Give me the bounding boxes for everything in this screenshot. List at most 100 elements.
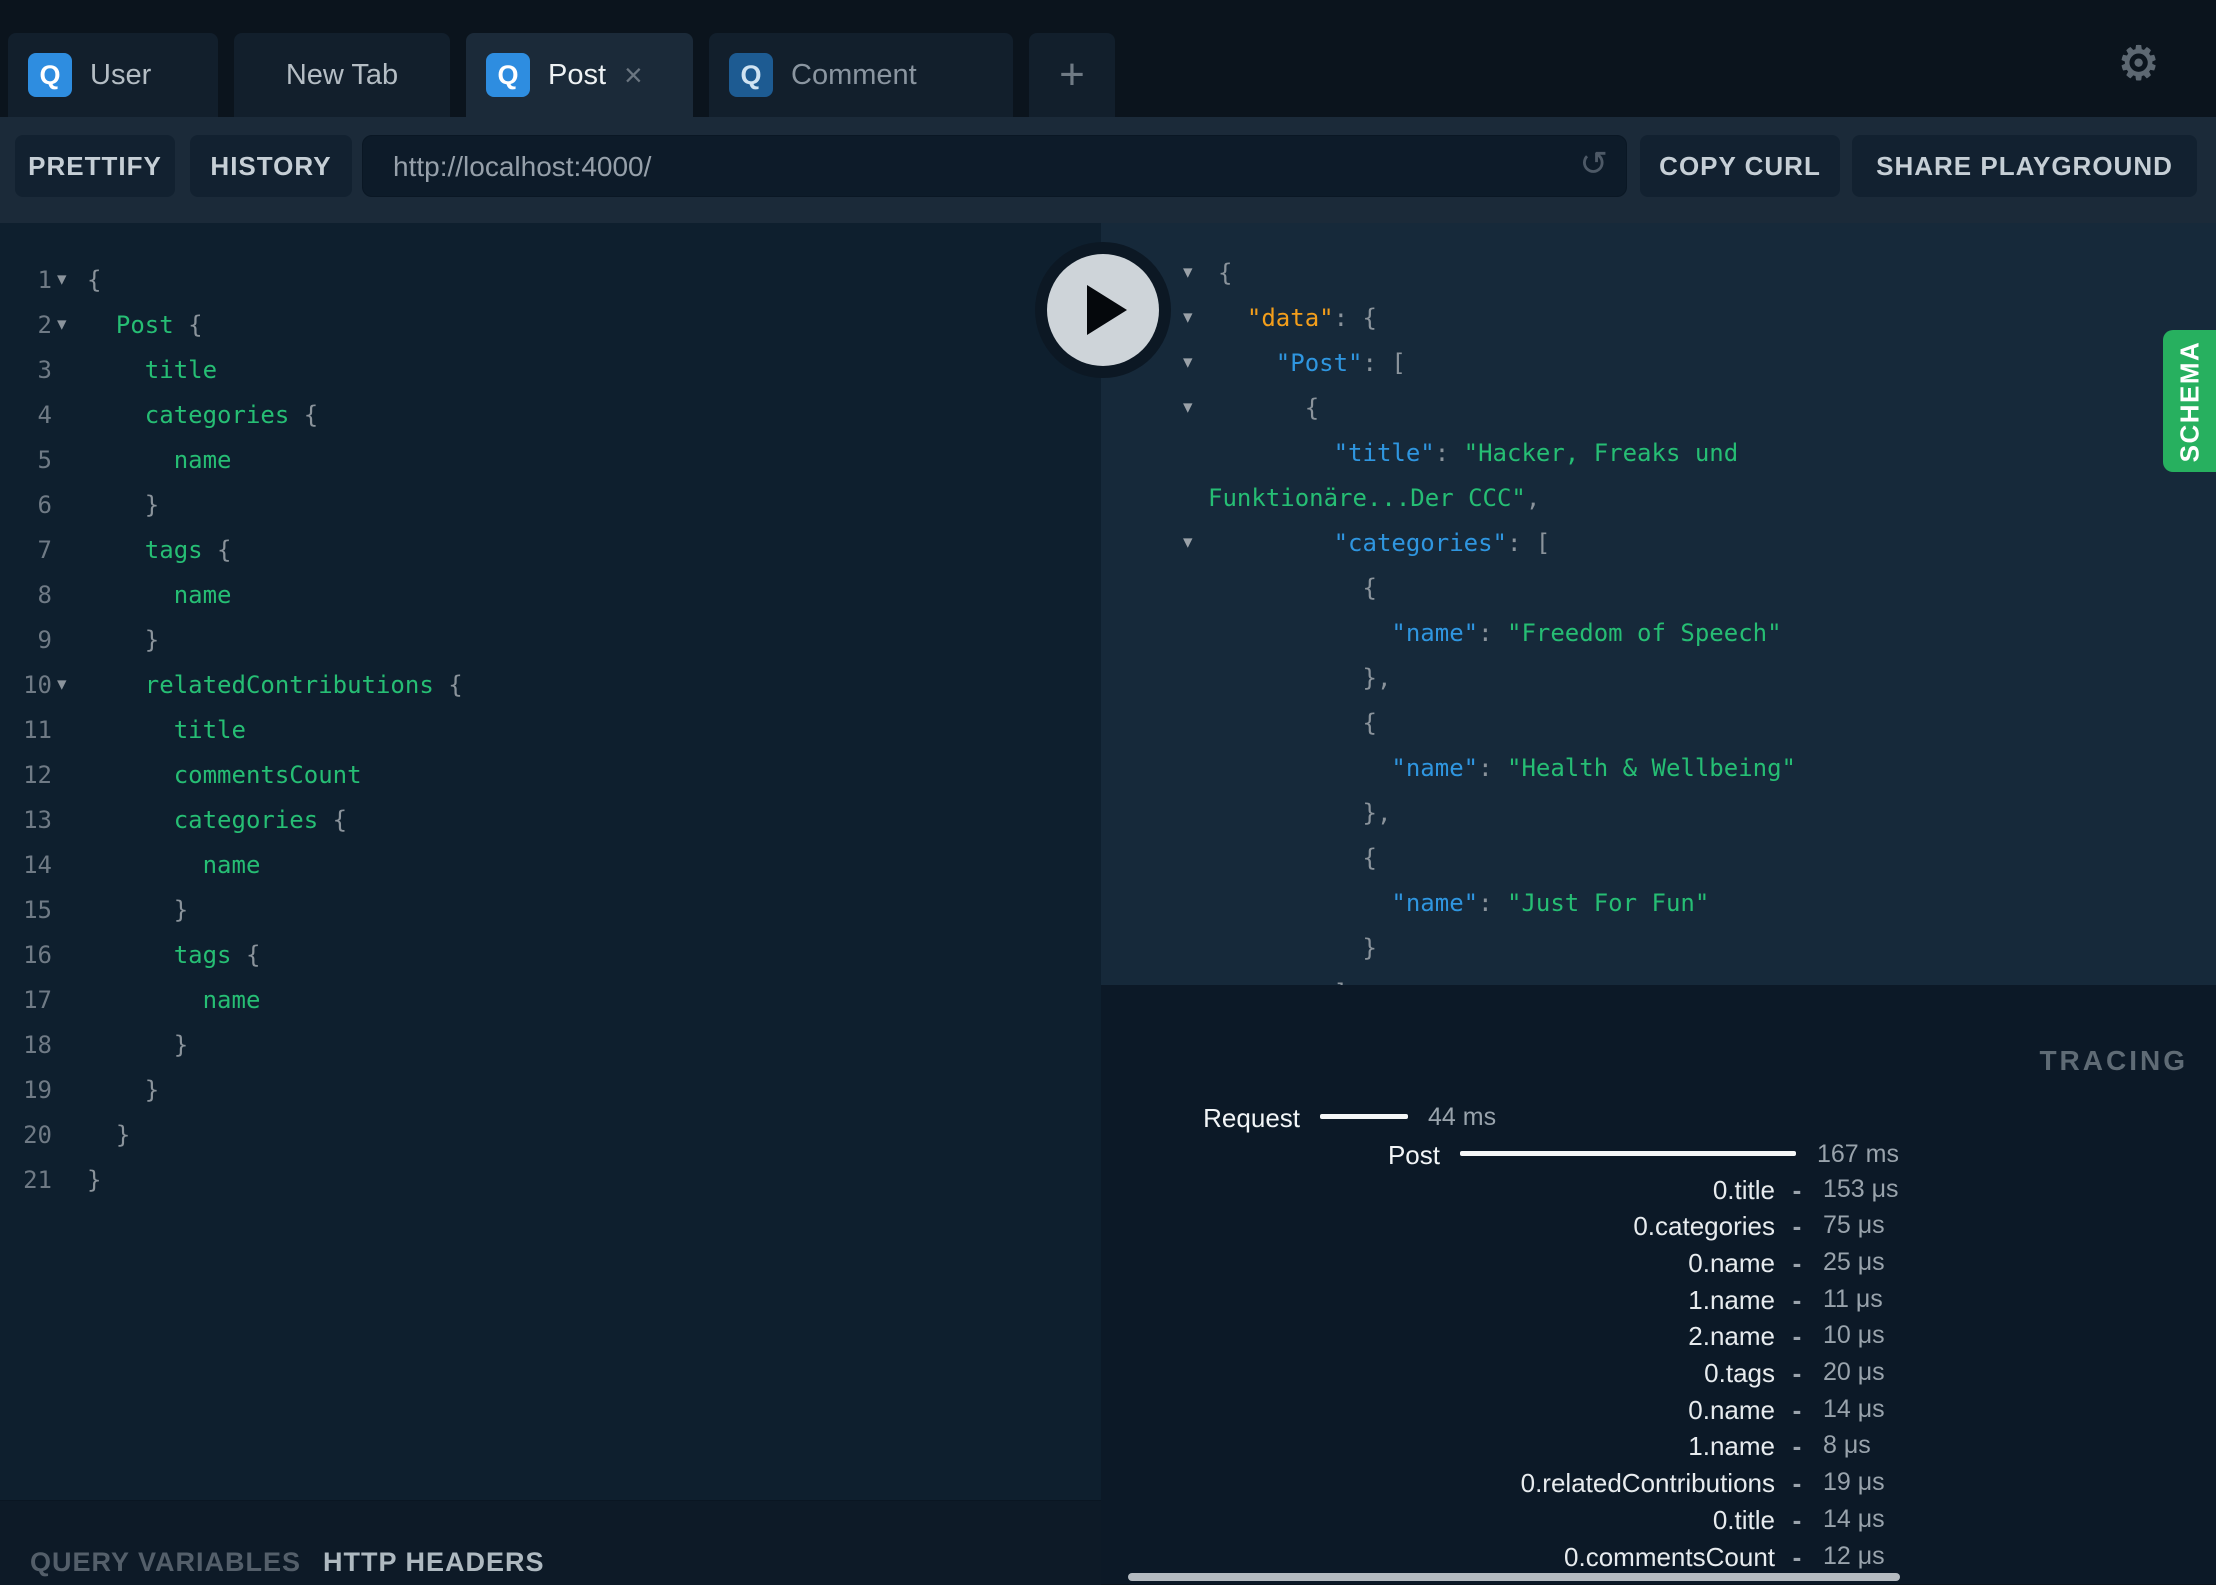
query-line: 7 tags { xyxy=(37,535,232,564)
tracing-request-row: Request 44 ms xyxy=(1203,1103,1497,1133)
tracing-title: TRACING xyxy=(2039,1045,2188,1076)
query-line: 17 name xyxy=(23,985,261,1014)
tracing-horizontal-scrollbar[interactable] xyxy=(1128,1573,1900,1581)
query-line: 13 categories { xyxy=(23,805,348,834)
toolbar: PRETTIFY HISTORY ↺ COPY CURL SHARE PLAYG… xyxy=(0,117,2216,223)
response-line: Funktionäre...Der CCC", xyxy=(1208,483,1541,512)
response-line: ▾{ xyxy=(1183,258,1233,287)
response-line: ▾ { xyxy=(1183,393,1320,422)
tab-list: Q User New Tab Q Post × Q Comment + xyxy=(8,33,1115,117)
query-line: 1 ▾{ xyxy=(37,265,102,294)
post-duration-bar xyxy=(1460,1151,1796,1156)
endpoint-url-box: ↺ xyxy=(362,135,1627,198)
tab-label: New Tab xyxy=(285,58,399,91)
tab-bar: Q User New Tab Q Post × Q Comment + ⚙ xyxy=(0,0,2216,117)
fold-arrow-icon[interactable]: ▾ xyxy=(52,268,87,291)
fold-arrow-icon[interactable]: ▾ xyxy=(1183,396,1218,419)
tab-label: User xyxy=(90,58,152,91)
history-button[interactable]: HISTORY xyxy=(190,135,352,197)
response-line: { xyxy=(1362,573,1377,602)
query-line: 20 } xyxy=(23,1120,131,1149)
tab-label: Comment xyxy=(791,58,917,91)
settings-gear-icon[interactable]: ⚙ xyxy=(2118,36,2159,90)
response-line: "name": "Health & Wellbeing" xyxy=(1391,753,1796,782)
tracing-row: 0.categories -75 μs xyxy=(1633,1211,1885,1241)
reload-icon[interactable]: ↺ xyxy=(1580,144,1609,184)
tracing-row: 1.name -11 μs xyxy=(1688,1285,1883,1315)
response-line: } xyxy=(1362,933,1377,962)
tracing-row: 0.name -14 μs xyxy=(1688,1395,1885,1425)
tracing-pane: TRACING Request 44 ms Post 167 ms 0.titl… xyxy=(1101,985,2216,1584)
tracing-row: 0.name -25 μs xyxy=(1688,1248,1885,1278)
response-lines: ▾{ ▾ "data": { ▾ "Post": [ ▾ { "title": … xyxy=(1101,250,2216,986)
response-pane: ▾{ ▾ "data": { ▾ "Post": [ ▾ { "title": … xyxy=(1101,223,2216,985)
query-line: 8 name xyxy=(37,580,232,609)
query-line: 5 name xyxy=(37,445,232,474)
tracing-post-row: Post 167 ms xyxy=(1387,1140,1899,1170)
response-line: }, xyxy=(1362,798,1392,827)
schema-side-tab[interactable]: SCHEMA xyxy=(2163,330,2216,472)
tracing-row: 0.title -153 μs xyxy=(1712,1175,1899,1205)
query-line: 10 ▾ relatedContributions { xyxy=(23,670,463,699)
fold-arrow-icon[interactable]: ▾ xyxy=(1183,261,1218,284)
tab-label: Post xyxy=(548,58,607,91)
close-icon[interactable]: × xyxy=(624,59,643,91)
tracing-row: 0.commentsCount -12 μs xyxy=(1564,1542,1885,1572)
tracing-row: 0.relatedContributions -19 μs xyxy=(1520,1468,1885,1498)
response-line: ▾ "Post": [ xyxy=(1183,348,1406,377)
http-headers-tab[interactable]: HTTP HEADERS xyxy=(323,1547,545,1578)
query-variables-tab[interactable]: QUERY VARIABLES xyxy=(30,1547,301,1578)
response-line: "title": "Hacker, Freaks und xyxy=(1333,438,1739,467)
plus-icon: + xyxy=(1059,50,1085,99)
query-line: 19 } xyxy=(23,1075,160,1104)
execute-query-button[interactable] xyxy=(1035,242,1171,378)
response-line: ] xyxy=(1101,970,2216,986)
tracing-row: 0.tags -20 μs xyxy=(1704,1358,1885,1388)
tab-new-tab[interactable]: New Tab xyxy=(234,33,450,117)
tracing-row: 2.name -10 μs xyxy=(1688,1321,1885,1351)
query-line: 3 title xyxy=(37,355,218,384)
prettify-button[interactable]: PRETTIFY xyxy=(15,135,175,197)
request-duration-bar xyxy=(1320,1114,1408,1119)
query-line: 4 categories { xyxy=(37,400,319,429)
tab-comment[interactable]: Q Comment xyxy=(709,33,1013,117)
response-line: ▾ "categories": [ xyxy=(1183,528,1551,557)
query-line: 18 } xyxy=(23,1030,189,1059)
query-badge-icon: Q xyxy=(729,53,773,97)
query-line: 11 title xyxy=(23,715,246,744)
fold-arrow-icon[interactable]: ▾ xyxy=(52,313,87,336)
response-line: }, xyxy=(1362,663,1392,692)
query-line: 16 tags { xyxy=(23,940,261,969)
query-line: 21} xyxy=(23,1165,102,1194)
tab-user[interactable]: Q User xyxy=(8,33,218,117)
query-line: 12 commentsCount xyxy=(23,760,362,789)
query-editor-pane[interactable]: 1 ▾{ 2 ▾ Post { 3 title 4 categories { 5 n… xyxy=(0,223,1101,1500)
add-tab-button[interactable]: + xyxy=(1029,33,1115,117)
variables-strip: QUERY VARIABLES HTTP HEADERS xyxy=(0,1500,1101,1585)
play-icon xyxy=(1087,285,1127,335)
fold-arrow-icon[interactable]: ▾ xyxy=(1183,351,1218,374)
fold-arrow-icon[interactable]: ▾ xyxy=(1183,531,1218,554)
response-line: { xyxy=(1362,843,1377,872)
query-line: 2 ▾ Post { xyxy=(37,310,203,339)
query-badge-icon: Q xyxy=(486,53,530,97)
schema-tab-label: SCHEMA xyxy=(2174,340,2205,462)
response-line: "name": "Just For Fun" xyxy=(1391,888,1710,917)
tracing-row: 0.title -14 μs xyxy=(1712,1505,1885,1535)
query-line: 15 } xyxy=(23,895,189,924)
copy-curl-button[interactable]: COPY CURL xyxy=(1640,135,1840,197)
share-playground-button[interactable]: SHARE PLAYGROUND xyxy=(1852,135,2197,197)
response-line: ▾ "data": { xyxy=(1183,303,1377,332)
response-line: "name": "Freedom of Speech" xyxy=(1391,618,1782,647)
query-badge-icon: Q xyxy=(28,53,72,97)
response-line: { xyxy=(1362,708,1377,737)
query-line: 9 } xyxy=(37,625,160,654)
fold-arrow-icon[interactable]: ▾ xyxy=(52,673,87,696)
endpoint-url-input[interactable] xyxy=(391,136,1545,198)
fold-arrow-icon[interactable]: ▾ xyxy=(1183,306,1218,329)
query-line: 14 name xyxy=(23,850,261,879)
tracing-row: 1.name -8 μs xyxy=(1688,1431,1871,1461)
query-line: 6 } xyxy=(37,490,160,519)
query-lines: 1 ▾{ 2 ▾ Post { 3 title 4 categories { 5 n… xyxy=(0,257,1101,1202)
tab-post[interactable]: Q Post × xyxy=(466,33,693,117)
